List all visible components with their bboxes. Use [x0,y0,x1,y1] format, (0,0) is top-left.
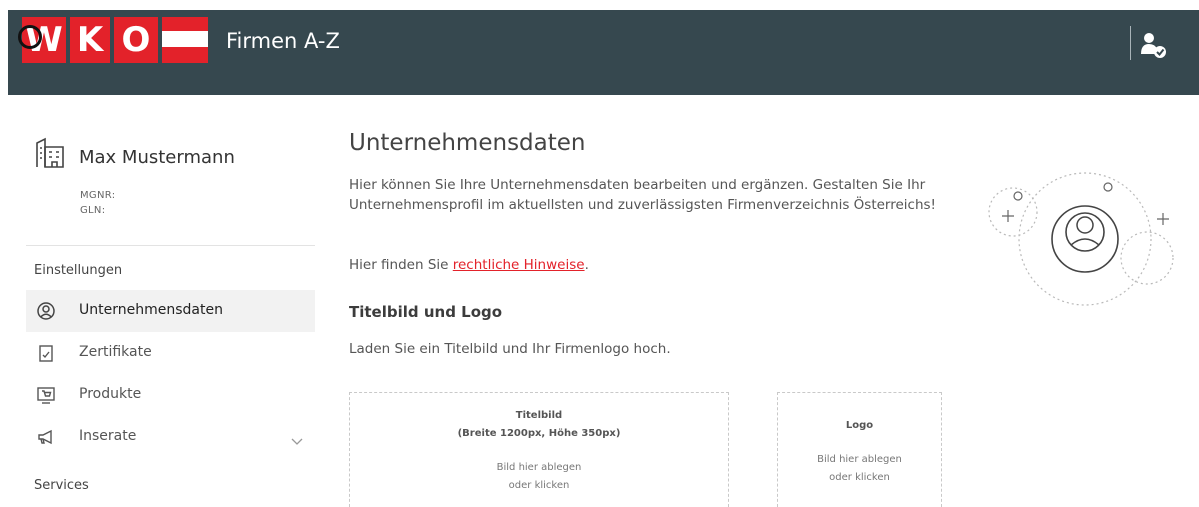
legal-notes-link[interactable]: rechtliche Hinweise [453,257,585,273]
cursor-indicator [18,25,42,49]
logo-flag-middle [162,31,208,47]
sidebar-item-label: Produkte [79,386,142,402]
cover-size-hint: (Breite 1200px, Höhe 350px) [457,428,621,439]
page-title: Unternehmensdaten [349,130,586,156]
cover-drop-text: Bild hier ablegen [496,462,582,473]
legal-hint-suffix: . [584,257,589,273]
logo-flag-top [162,17,208,31]
header-divider [1130,26,1131,60]
logo-click-text: oder klicken [829,472,890,483]
logo-flag-bottom [162,47,208,63]
sidebar-divider [26,245,315,246]
app-title[interactable]: Firmen A-Z [226,26,340,56]
building-icon [34,136,68,168]
profile-illustration [985,172,1175,312]
logo-dropzone-title: Logo [845,420,874,431]
sidebar-item-zertifikate[interactable]: Zertifikate [26,332,315,374]
cover-dropzone-title: Titelbild [515,410,563,421]
sidebar-item-produkte[interactable]: Produkte [26,374,315,416]
user-name: Max Mustermann [79,147,235,168]
product-icon [36,385,56,405]
cover-image-dropzone[interactable]: Titelbild (Breite 1200px, Höhe 350px) Bi… [349,392,729,507]
intro-text: Hier können Sie Ihre Unternehmensdaten b… [349,177,936,213]
upload-section-text: Laden Sie ein Titelbild und Ihr Firmenlo… [349,341,671,357]
legal-hint-prefix: Hier finden Sie [349,257,453,273]
sidebar-item-inserate[interactable]: Inserate [26,416,315,458]
wko-logo[interactable]: W K O [22,17,208,63]
logo-dropzone[interactable]: Logo Bild hier ablegen oder klicken [777,392,942,507]
logo-letter-o: O [114,17,158,63]
logo-drop-text: Bild hier ablegen [817,454,902,465]
gln-label: GLN: [80,205,106,216]
megaphone-icon [36,427,56,447]
logo-letter-k: K [70,17,110,63]
cover-click-text: oder klicken [508,480,570,491]
user-check-icon[interactable] [1141,32,1167,60]
sidebar-item-label: Unternehmensdaten [79,302,223,318]
sidebar-item-label: Inserate [79,428,137,444]
mgnr-label: MGNR: [80,190,116,201]
settings-heading: Einstellungen [34,263,123,278]
certificate-icon [36,343,56,363]
legal-hint: Hier finden Sie rechtliche Hinweise. [349,257,589,273]
chevron-down-icon[interactable] [290,431,304,445]
upload-section-title: Titelbild und Logo [349,303,503,321]
sidebar-item-unternehmensdaten[interactable]: Unternehmensdaten [26,290,315,332]
services-heading: Services [34,478,89,493]
sidebar-item-label: Zertifikate [79,344,152,360]
profile-icon [36,301,56,321]
